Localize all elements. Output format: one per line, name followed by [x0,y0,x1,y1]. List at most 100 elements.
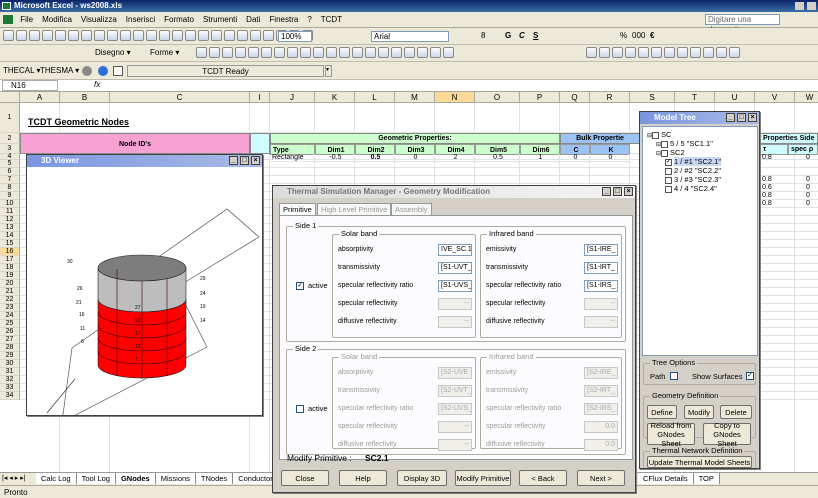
column-header[interactable]: R [590,92,630,103]
row-header[interactable]: 31 [0,368,20,376]
drawing-tool-icon[interactable] [599,47,610,58]
row-header[interactable]: 9 [0,192,20,200]
side2-ir-field[interactable]: [S2-IRE_ [584,367,618,379]
side2-active-checkbox[interactable] [296,405,304,413]
row-header[interactable]: 22 [0,296,20,304]
tree-node[interactable]: ⊟ SC [647,130,671,139]
tree-node[interactable]: ⊟ SC2 [656,148,685,157]
draw-menu[interactable]: Disegno ▾ [95,48,131,57]
drawing-tool-icon[interactable] [443,47,454,58]
toolbar-icon[interactable] [81,30,92,41]
drawing-tool-icon[interactable] [378,47,389,58]
percent-button[interactable]: % [620,31,627,40]
tree-maximize[interactable]: □ [737,113,746,122]
sheet-tab[interactable]: CFlux Details [638,473,694,484]
row-header[interactable]: 11 [0,208,20,216]
props-side-header[interactable]: Properties Side [760,133,818,144]
toolbar-icon[interactable] [250,30,261,41]
menu-item-8[interactable]: ? [307,15,311,24]
tree-checkbox[interactable] [665,185,672,193]
drawing-tool-icon[interactable] [391,47,402,58]
tree-checkbox[interactable] [665,176,672,184]
drawing-tool-icon[interactable] [300,47,311,58]
drawing-tool-icon[interactable] [339,47,350,58]
row-header[interactable]: 32 [0,376,20,384]
row-header[interactable]: 6 [0,168,20,176]
zoom-select[interactable]: 100% [278,31,312,42]
side2-ir-field[interactable]: 0.0 [584,439,618,451]
drawing-tool-icon[interactable] [430,47,441,58]
column-header[interactable]: T [675,92,715,103]
toolbar-icon[interactable] [133,30,144,41]
drawing-tool-icon[interactable] [352,47,363,58]
viewer-maximize[interactable]: □ [240,156,249,165]
drawing-tool-icon[interactable] [287,47,298,58]
drawing-tool-icon[interactable] [404,47,415,58]
thousands-button[interactable]: 000 [632,31,645,40]
column-header[interactable]: A [20,92,60,103]
thecal-menu[interactable]: THECAL ▾ [3,66,41,75]
tsm-maximize[interactable]: □ [613,187,622,196]
toolbar-icon[interactable] [16,30,27,41]
toolbar-icon[interactable] [120,30,131,41]
drawing-tool-icon[interactable] [703,47,714,58]
drawing-tool-icon[interactable] [638,47,649,58]
tree-checkbox[interactable]: ✓ [665,158,672,166]
tree-view[interactable]: ⊟ SC ⊟ 5 / 5 "SC1.1" ⊟ SC2 ✓ 1 / #1 "SC2.1" 2 / … [642,126,758,356]
sheet-tab[interactable]: Tool Log [76,473,116,484]
menu-item-7[interactable]: Finestra [269,15,298,24]
help-question-box[interactable]: Digitare una domanda. [705,14,780,34]
side2-solar-field[interactable]: [S2-UVS_ [438,403,472,415]
column-header[interactable]: K [315,92,355,103]
row-header[interactable]: 27 [0,336,20,344]
euro-button[interactable]: € [650,31,654,40]
gear-icon[interactable] [82,66,92,76]
model-tree-panel[interactable]: Model Tree _ □ × ⊟ SC ⊟ 5 / 5 "SC1.1" ⊟ SC2 ✓ 1… [639,111,760,469]
cyan-header-cell[interactable] [250,133,270,154]
drawing-tool-icon[interactable] [664,47,675,58]
drawing-tool-icon[interactable] [222,47,233,58]
row-header[interactable]: 25 [0,320,20,328]
data-cell[interactable]: -0.5 [315,154,355,162]
drawing-tool-icon[interactable] [677,47,688,58]
side2-solar-field[interactable]: [S2-UVE [438,367,472,379]
drawing-tool-icon[interactable] [274,47,285,58]
row-header[interactable]: 15 [0,240,20,248]
menu-item-5[interactable]: Strumenti [203,15,237,24]
drawing-tool-icon[interactable] [235,47,246,58]
toolbar-icon[interactable] [107,30,118,41]
tree-minimize[interactable]: _ [726,113,735,122]
italic-button[interactable]: C [519,31,525,40]
data-cell[interactable]: 0 [806,192,818,200]
side1-active-checkbox[interactable]: ✓ [296,282,304,290]
status-dropdown-arrow[interactable]: ▾ [325,65,332,77]
side1-ir-field[interactable]: [S1-IRT_ [584,262,618,274]
show-surfaces-checkbox[interactable]: ✓ [746,372,754,380]
modify-button[interactable]: Modify [684,405,714,419]
row-header[interactable]: 28 [0,344,20,352]
tsm-button-5[interactable]: Next > [577,470,625,486]
sheet-tab[interactable]: TNodes [195,473,234,484]
tsm-button-3[interactable]: Modify Primitive [455,470,511,486]
menu-item-6[interactable]: Dati [246,15,260,24]
menu-item-9[interactable]: TCDT [321,15,342,24]
column-header[interactable]: L [355,92,395,103]
toolbar-icon[interactable] [55,30,66,41]
column-header[interactable]: C [110,92,250,103]
tree-node[interactable]: ✓ 1 / #1 "SC2.1" [665,157,722,166]
drawing-tool-icon[interactable] [248,47,259,58]
toolbar-icon[interactable] [172,30,183,41]
drawing-tool-icon[interactable] [651,47,662,58]
row-header[interactable]: 18 [0,264,20,272]
drawing-tool-icon[interactable] [261,47,272,58]
row-header[interactable]: 20 [0,280,20,288]
row-header[interactable]: 1 [0,103,20,133]
copy-to-button[interactable]: Copy to GNodes Sheet [703,421,751,448]
toolbar-icon[interactable] [263,30,274,41]
tree-checkbox[interactable] [661,149,669,157]
column-header[interactable]: I [250,92,270,103]
underline-button[interactable]: S [533,31,538,40]
data-cell[interactable]: 2 [435,154,475,162]
sheet-tab[interactable]: Calc Log [36,473,77,484]
menu-item-2[interactable]: Visualizza [81,15,117,24]
